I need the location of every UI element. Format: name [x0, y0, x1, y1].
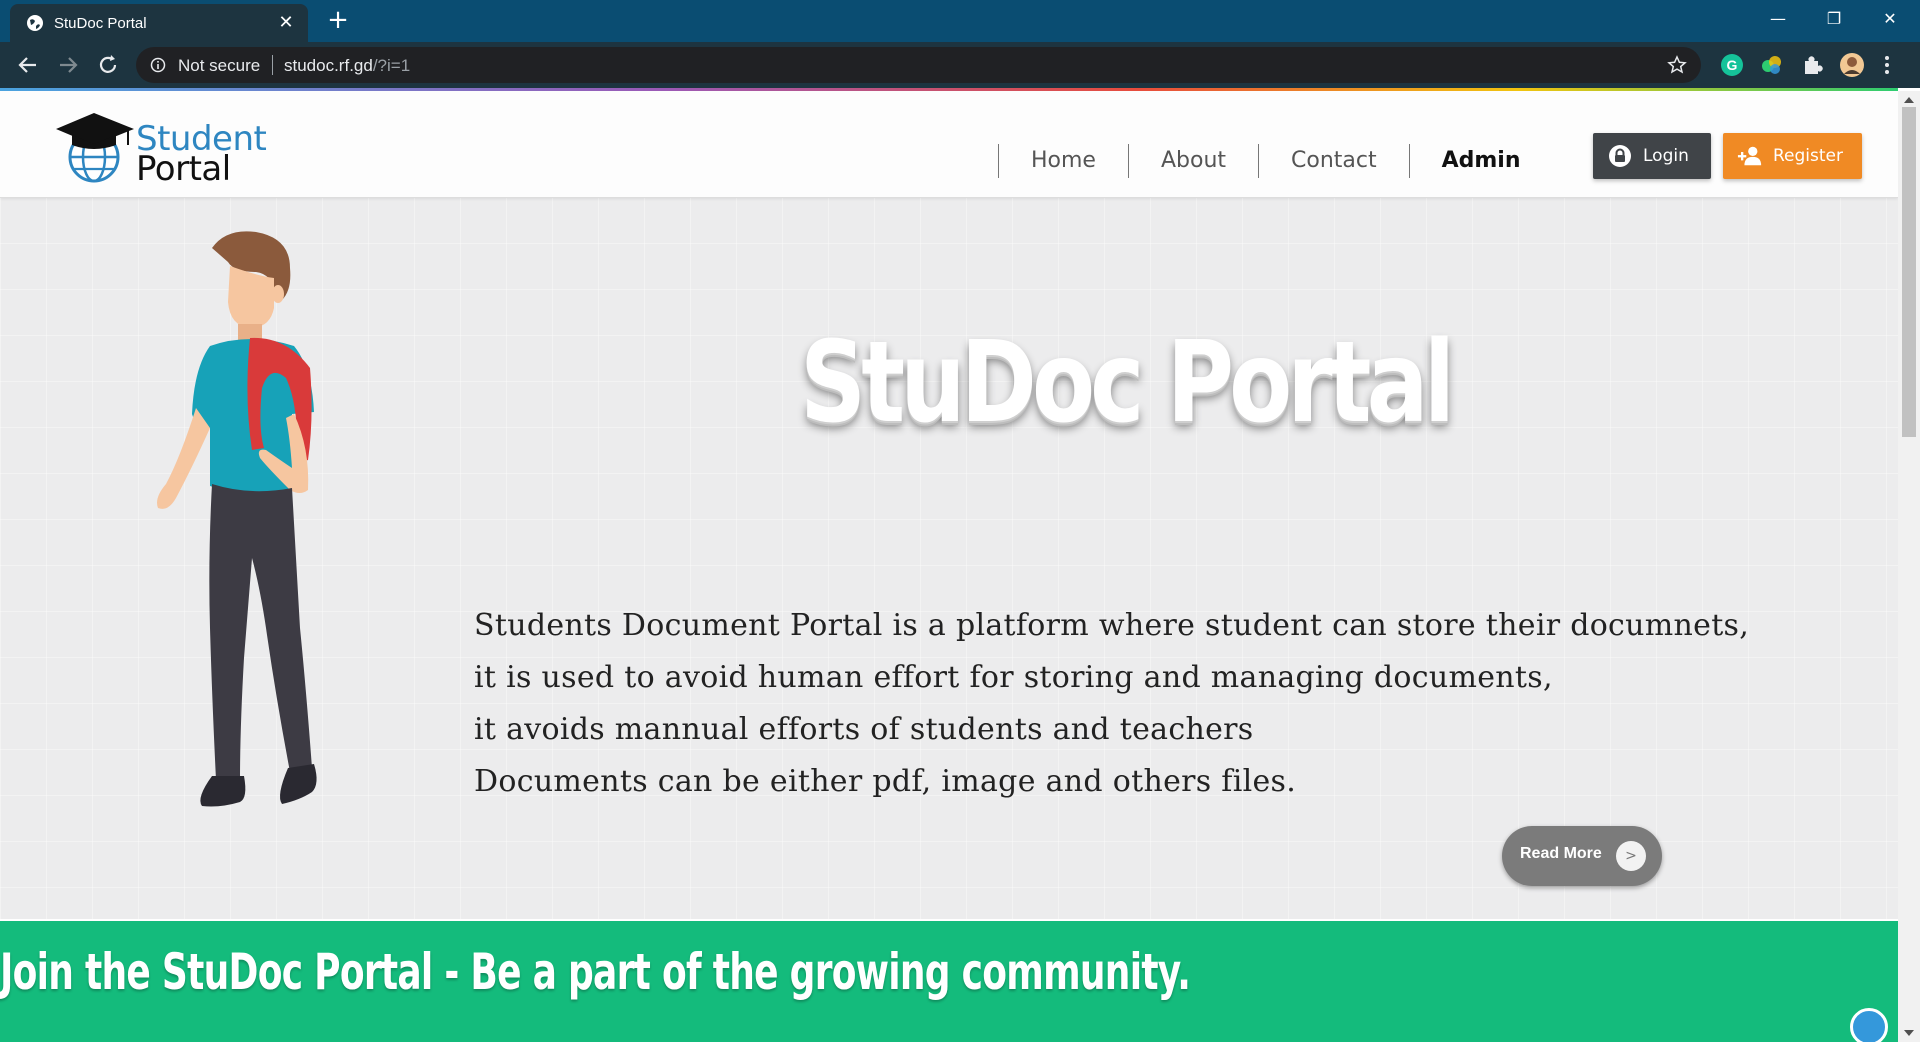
grammarly-icon[interactable]: G — [1719, 52, 1745, 78]
page-scrollbar[interactable] — [1898, 91, 1920, 1042]
menu-dots-icon[interactable] — [1880, 52, 1894, 78]
lock-icon — [1609, 145, 1631, 167]
profile-avatar-icon[interactable] — [1839, 52, 1865, 78]
puzzle-icon[interactable] — [1799, 52, 1825, 78]
new-tab-button[interactable]: + — [324, 6, 352, 34]
add-user-icon — [1737, 146, 1762, 166]
chevron-right-icon: > — [1616, 841, 1646, 871]
forward-arrow-icon[interactable] — [54, 51, 82, 79]
window-close-button[interactable]: ✕ — [1862, 0, 1918, 38]
tab-title: StuDoc Portal — [54, 15, 147, 32]
globe-favicon-icon — [27, 15, 43, 31]
tab-close-icon[interactable]: ✕ — [276, 12, 296, 32]
community-banner: Join the StuDoc Portal - Be a part of th… — [0, 921, 1898, 1042]
hero-line-2: it is used to avoid human effort for sto… — [474, 660, 1553, 695]
hero-section: StuDoc Portal Students Document Portal i… — [0, 198, 1898, 919]
hero-description: Students Document Portal is a platform w… — [474, 600, 1750, 808]
login-label: Login — [1643, 146, 1689, 166]
hero-line-3: it avoids mannual efforts of students an… — [474, 712, 1254, 747]
register-button[interactable]: Register — [1723, 133, 1862, 179]
student-illustration — [157, 231, 317, 807]
back-arrow-icon[interactable] — [14, 51, 42, 79]
nav-about[interactable]: About — [1127, 144, 1258, 178]
restore-button[interactable]: ❐ — [1806, 0, 1862, 38]
scroll-up-arrow-icon[interactable] — [1904, 97, 1914, 103]
main-nav: Home About Contact Admin — [998, 144, 1553, 178]
minimize-button[interactable]: — — [1750, 0, 1806, 38]
hero-line-4: Documents can be either pdf, image and o… — [474, 764, 1297, 799]
url-text[interactable]: studoc.rf.gd/?i=1 — [284, 56, 410, 76]
web-page: Student Portal Home About Contact Admin … — [0, 91, 1898, 1042]
logo-word-portal: Portal — [136, 149, 231, 189]
info-icon[interactable] — [150, 57, 166, 73]
read-more-button[interactable]: Read More > — [1502, 826, 1662, 886]
url-domain: studoc.rf.gd — [284, 56, 373, 75]
hero-title: StuDoc Portal — [800, 318, 1455, 448]
reload-icon[interactable] — [94, 51, 122, 79]
svg-text:G: G — [1727, 57, 1738, 73]
register-label: Register — [1773, 146, 1843, 166]
address-bar[interactable]: Not secure studoc.rf.gd/?i=1 — [136, 47, 1701, 83]
browser-toolbar: Not secure studoc.rf.gd/?i=1 G — [0, 42, 1920, 88]
read-more-label: Read More — [1520, 845, 1602, 862]
scroll-down-arrow-icon[interactable] — [1904, 1030, 1914, 1036]
site-logo[interactable]: Student Portal — [54, 111, 284, 189]
nav-contact[interactable]: Contact — [1258, 144, 1409, 178]
scroll-thumb[interactable] — [1902, 107, 1916, 437]
extension-color-icon[interactable] — [1759, 52, 1785, 78]
url-path: /?i=1 — [372, 56, 411, 75]
nav-home[interactable]: Home — [998, 144, 1128, 178]
url-separator — [272, 55, 273, 75]
browser-titlebar: StuDoc Portal ✕ + — ❐ ✕ — [0, 0, 1920, 42]
star-icon[interactable] — [1667, 55, 1687, 75]
site-header: Student Portal Home About Contact Admin … — [0, 91, 1898, 198]
browser-tab[interactable]: StuDoc Portal ✕ — [10, 4, 308, 42]
chat-bubble-icon[interactable] — [1850, 1008, 1888, 1042]
nav-admin[interactable]: Admin — [1408, 144, 1553, 178]
banner-text: Join the StuDoc Portal - Be a part of th… — [0, 943, 1191, 1001]
security-label[interactable]: Not secure — [178, 56, 260, 76]
login-button[interactable]: Login — [1593, 133, 1711, 179]
graduation-cap-icon — [56, 113, 134, 183]
hero-line-1: Students Document Portal is a platform w… — [474, 608, 1750, 643]
